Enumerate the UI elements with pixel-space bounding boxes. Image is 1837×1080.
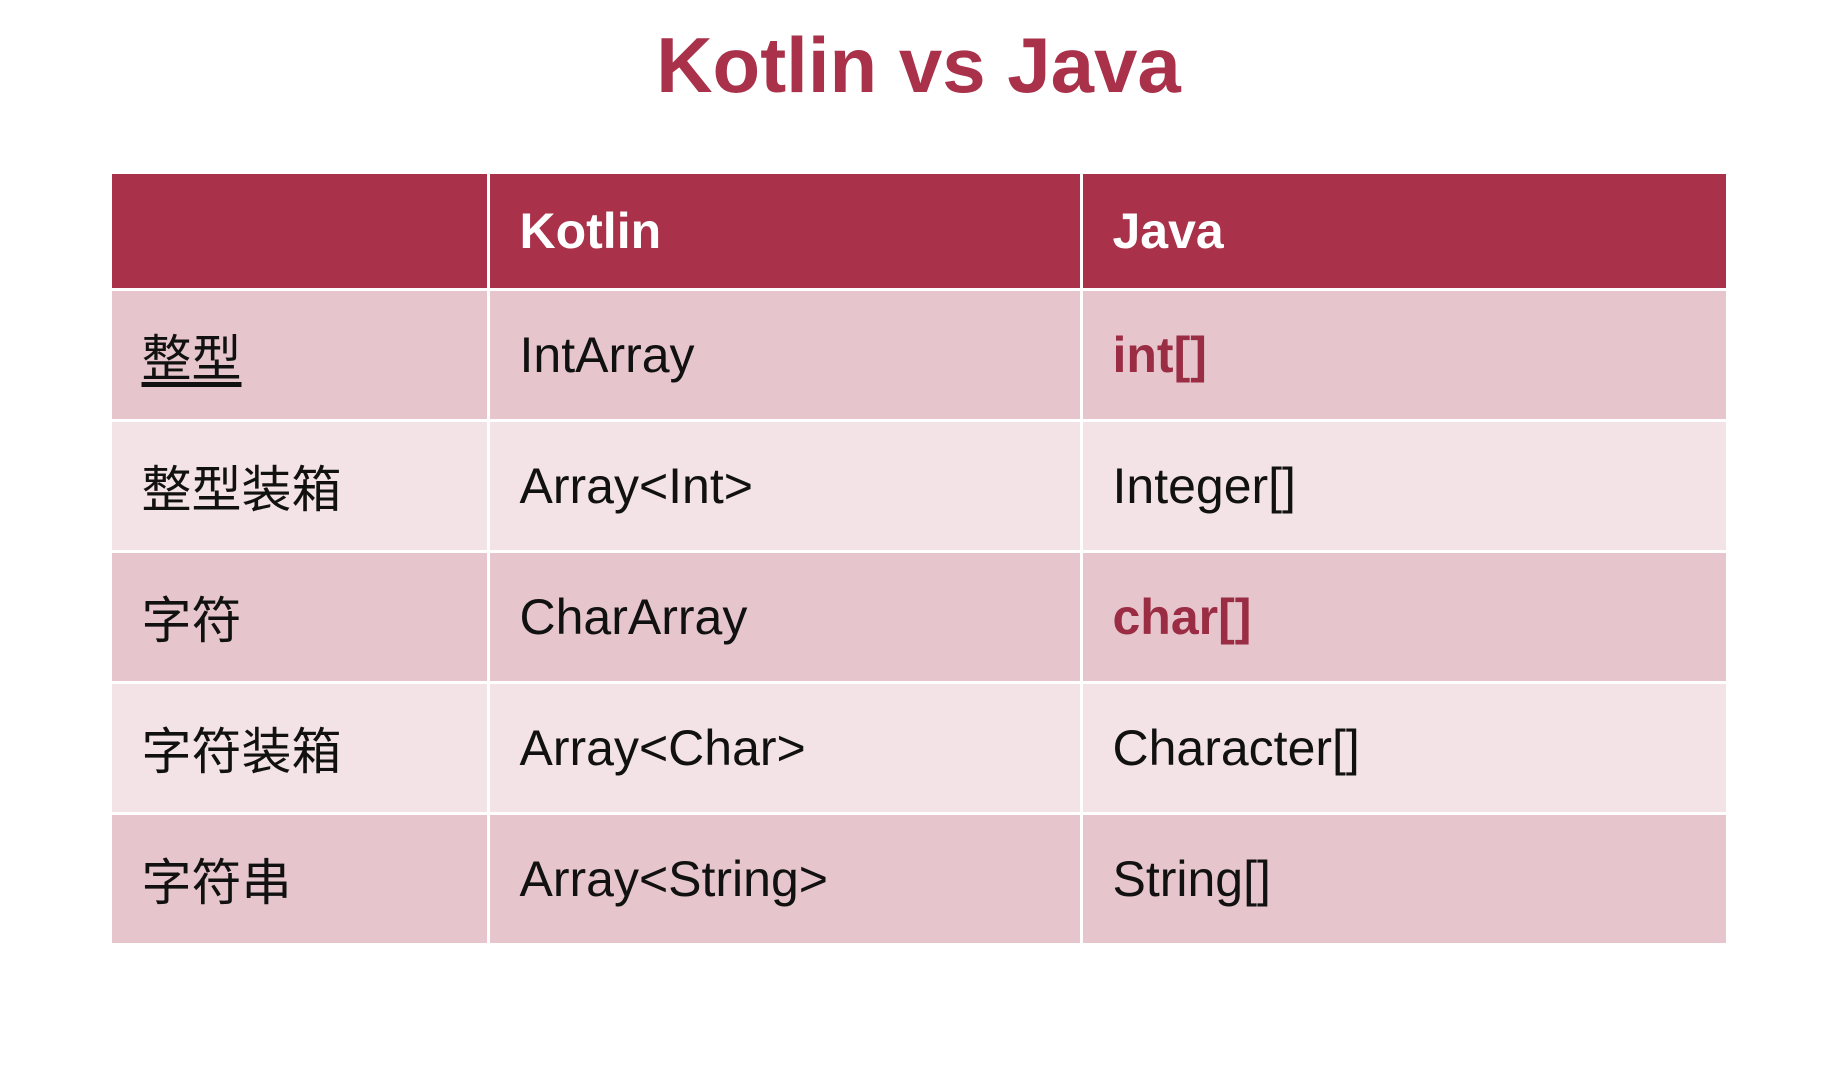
row-label: 字符 bbox=[112, 553, 487, 681]
row-java: String[] bbox=[1083, 815, 1726, 943]
header-col-kotlin: Kotlin bbox=[490, 174, 1080, 288]
row-kotlin: CharArray bbox=[490, 553, 1080, 681]
table-row: 整型 IntArray int[] bbox=[112, 291, 1726, 419]
row-label: 整型 bbox=[112, 291, 487, 419]
row-java: char[] bbox=[1083, 553, 1726, 681]
row-java: Character[] bbox=[1083, 684, 1726, 812]
comparison-table-container: Kotlin Java 整型 IntArray int[] 整型装箱 Array… bbox=[109, 171, 1729, 946]
table-body: 整型 IntArray int[] 整型装箱 Array<Int> Intege… bbox=[112, 291, 1726, 943]
row-kotlin: Array<Int> bbox=[490, 422, 1080, 550]
header-col-java: Java bbox=[1083, 174, 1726, 288]
table-row: 字符装箱 Array<Char> Character[] bbox=[112, 684, 1726, 812]
header-col-empty bbox=[112, 174, 487, 288]
table-row: 整型装箱 Array<Int> Integer[] bbox=[112, 422, 1726, 550]
row-label: 字符装箱 bbox=[112, 684, 487, 812]
table-row: 字符 CharArray char[] bbox=[112, 553, 1726, 681]
table-header-row: Kotlin Java bbox=[112, 174, 1726, 288]
row-kotlin: Array<String> bbox=[490, 815, 1080, 943]
comparison-table: Kotlin Java 整型 IntArray int[] 整型装箱 Array… bbox=[109, 171, 1729, 946]
page-title: Kotlin vs Java bbox=[656, 20, 1181, 111]
table-row: 字符串 Array<String> String[] bbox=[112, 815, 1726, 943]
row-label: 字符串 bbox=[112, 815, 487, 943]
row-java: int[] bbox=[1083, 291, 1726, 419]
row-java: Integer[] bbox=[1083, 422, 1726, 550]
row-label: 整型装箱 bbox=[112, 422, 487, 550]
row-kotlin: Array<Char> bbox=[490, 684, 1080, 812]
row-kotlin: IntArray bbox=[490, 291, 1080, 419]
